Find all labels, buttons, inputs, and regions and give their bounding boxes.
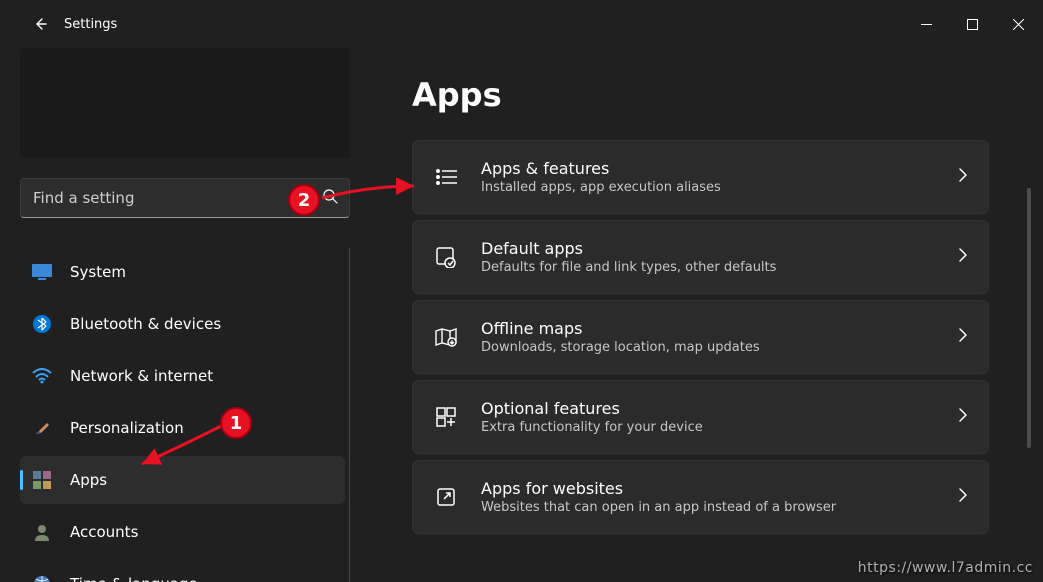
- chevron-right-icon: [958, 167, 968, 187]
- sidebar-item-accounts[interactable]: Accounts: [20, 508, 345, 556]
- maximize-button[interactable]: [949, 8, 995, 40]
- main-content: Apps Apps & features Installed apps, app…: [360, 48, 1043, 582]
- card-title: Apps & features: [481, 159, 936, 178]
- card-title: Default apps: [481, 239, 936, 258]
- chevron-right-icon: [958, 327, 968, 347]
- list-icon: [433, 164, 459, 190]
- brush-icon: [32, 418, 52, 438]
- close-icon: [1013, 19, 1024, 30]
- card-desc: Defaults for file and link types, other …: [481, 260, 936, 275]
- profile-panel: [20, 48, 350, 158]
- window-controls: [903, 8, 1041, 40]
- default-apps-icon: [433, 244, 459, 270]
- sidebar-item-label: System: [70, 263, 126, 281]
- wifi-icon: [32, 366, 52, 386]
- sidebar-item-label: Apps: [70, 471, 107, 489]
- sidebar-item-system[interactable]: System: [20, 248, 345, 296]
- map-icon: [433, 324, 459, 350]
- card-desc: Websites that can open in an app instead…: [481, 500, 936, 515]
- titlebar: Settings: [0, 0, 1043, 48]
- apps-icon: [32, 470, 52, 490]
- minimize-icon: [921, 19, 932, 30]
- back-button[interactable]: [20, 4, 60, 44]
- card-default-apps[interactable]: Default apps Defaults for file and link …: [412, 220, 989, 294]
- card-optional-features[interactable]: Optional features Extra functionality fo…: [412, 380, 989, 454]
- card-title: Optional features: [481, 399, 936, 418]
- card-title: Offline maps: [481, 319, 936, 338]
- card-title: Apps for websites: [481, 479, 936, 498]
- maximize-icon: [967, 19, 978, 30]
- back-arrow-icon: [32, 16, 48, 32]
- sidebar-item-label: Personalization: [70, 419, 184, 437]
- person-icon: [32, 522, 52, 542]
- monitor-icon: [32, 262, 52, 282]
- page-title: Apps: [412, 76, 1013, 114]
- card-desc: Extra functionality for your device: [481, 420, 936, 435]
- globe-icon: [32, 574, 52, 582]
- bluetooth-icon: [32, 314, 52, 334]
- add-square-icon: [433, 404, 459, 430]
- card-apps-features[interactable]: Apps & features Installed apps, app exec…: [412, 140, 989, 214]
- sidebar-item-network[interactable]: Network & internet: [20, 352, 345, 400]
- sidebar-item-personalization[interactable]: Personalization: [20, 404, 345, 452]
- watermark: https://www.l7admin.cc: [858, 560, 1033, 576]
- chevron-right-icon: [958, 407, 968, 427]
- card-desc: Downloads, storage location, map updates: [481, 340, 936, 355]
- sidebar-item-apps[interactable]: Apps: [20, 456, 345, 504]
- sidebar-item-bluetooth[interactable]: Bluetooth & devices: [20, 300, 345, 348]
- minimize-button[interactable]: [903, 8, 949, 40]
- card-offline-maps[interactable]: Offline maps Downloads, storage location…: [412, 300, 989, 374]
- chevron-right-icon: [958, 487, 968, 507]
- sidebar-item-label: Time & language: [70, 575, 198, 582]
- window-title: Settings: [64, 17, 117, 32]
- annotation-badge-2: 2: [288, 184, 320, 216]
- card-apps-websites[interactable]: Apps for websites Websites that can open…: [412, 460, 989, 534]
- sidebar-item-label: Accounts: [70, 523, 138, 541]
- sidebar-item-label: Bluetooth & devices: [70, 315, 221, 333]
- open-external-icon: [433, 484, 459, 510]
- sidebar-item-label: Network & internet: [70, 367, 213, 385]
- chevron-right-icon: [958, 247, 968, 267]
- annotation-badge-1: 1: [220, 407, 252, 439]
- sidebar-item-time-language[interactable]: Time & language: [20, 560, 345, 582]
- card-desc: Installed apps, app execution aliases: [481, 180, 936, 195]
- cards-list: Apps & features Installed apps, app exec…: [412, 140, 1013, 534]
- nav: System Bluetooth & devices Network & int…: [20, 248, 350, 582]
- close-button[interactable]: [995, 8, 1041, 40]
- sidebar: System Bluetooth & devices Network & int…: [0, 48, 360, 582]
- scrollbar[interactable]: [1027, 188, 1031, 448]
